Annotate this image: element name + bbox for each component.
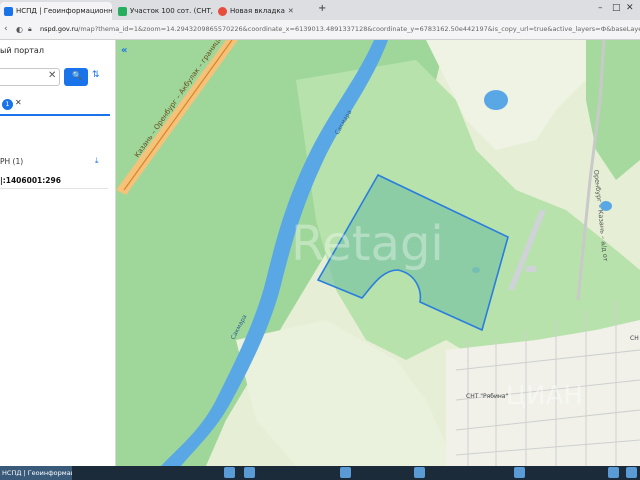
listing-favicon-icon: [118, 6, 127, 16]
taskbar-app-icon[interactable]: [244, 467, 255, 478]
taskbar-app-icon[interactable]: [514, 467, 525, 478]
tab-label: Новая вкладка: [230, 7, 285, 15]
nspd-favicon-icon: [4, 6, 13, 16]
filter-count-badge: 1: [2, 99, 13, 110]
tab-nspd[interactable]: НСПД | Геоинформационн ✕: [0, 2, 112, 20]
search-button[interactable]: 🔍: [64, 68, 88, 86]
lock-icon: 🔒︎: [28, 25, 32, 33]
clear-search-icon[interactable]: ✕: [48, 70, 56, 81]
snt-short-label: СН: [630, 335, 639, 342]
address-bar: ‹ ◐ 🔒︎ nspd.gov.ru/map?thema_id=1&zoom=1…: [0, 20, 640, 40]
tab-close-icon[interactable]: ✕: [288, 7, 294, 15]
taskbar-app-icon[interactable]: [224, 467, 235, 478]
shield-icon: ◐: [16, 25, 23, 34]
minimize-icon[interactable]: –: [598, 3, 603, 13]
url-field[interactable]: nspd.gov.ru/map?thema_id=1&zoom=14.29432…: [40, 25, 640, 33]
new-tab-button[interactable]: +: [318, 3, 326, 14]
search-icon: 🔍: [72, 71, 82, 80]
watermark: Retagi: [291, 216, 444, 272]
filter-icon[interactable]: ⇅: [92, 70, 100, 80]
lake-right: [600, 201, 612, 211]
map-canvas[interactable]: Казань – Оренбург – Акбулак – граница с …: [116, 40, 640, 466]
taskbar-app-icon[interactable]: [608, 467, 619, 478]
cadastral-number-item[interactable]: |:1406001:296: [0, 176, 61, 185]
close-window-icon[interactable]: ✕: [626, 3, 634, 13]
taskbar: [0, 466, 640, 480]
collapse-panel-button[interactable]: «: [121, 45, 127, 56]
tab-bar: НСПД | Геоинформационн ✕ Участок 100 сот…: [0, 0, 640, 20]
download-icon[interactable]: ⤓: [95, 156, 99, 166]
taskbar-app-icon[interactable]: [340, 467, 351, 478]
taskbar-app-icon[interactable]: [626, 467, 637, 478]
tab-listing[interactable]: Участок 100 сот. (СНТ, ДНП ✕: [114, 2, 214, 20]
tab-label: НСПД | Геоинформационн: [16, 7, 112, 15]
airstrip-building: [526, 266, 536, 272]
taskbar-item-nspd[interactable]: НСПД | Геоинформацион...: [0, 466, 72, 480]
tab-new[interactable]: Новая вкладка ✕: [214, 2, 306, 20]
url-path: /map?thema_id=1&zoom=14.2943209865570226…: [78, 25, 640, 33]
taskbar-app-icon[interactable]: [414, 467, 425, 478]
remove-filter-icon[interactable]: ✕: [15, 98, 22, 107]
tab-label: Участок 100 сот. (СНТ, ДНП: [130, 7, 214, 15]
maximize-icon[interactable]: □: [612, 3, 621, 13]
lake-top: [484, 90, 508, 110]
side-panel: ый портал ✕ 🔍 ⇅ 1 ✕ РН (1) ⤓ |:1406001:2…: [0, 40, 116, 466]
portal-title: ый портал: [0, 46, 44, 55]
watermark-corner: ЦИАН: [506, 381, 583, 411]
snt-label: СНТ "Рябина": [466, 393, 508, 400]
url-domain: nspd.gov.ru: [40, 25, 79, 33]
result-group-label[interactable]: РН (1): [0, 157, 23, 166]
divider: [0, 188, 108, 189]
new-tab-favicon-icon: [218, 6, 227, 16]
back-icon[interactable]: ‹: [4, 24, 8, 34]
